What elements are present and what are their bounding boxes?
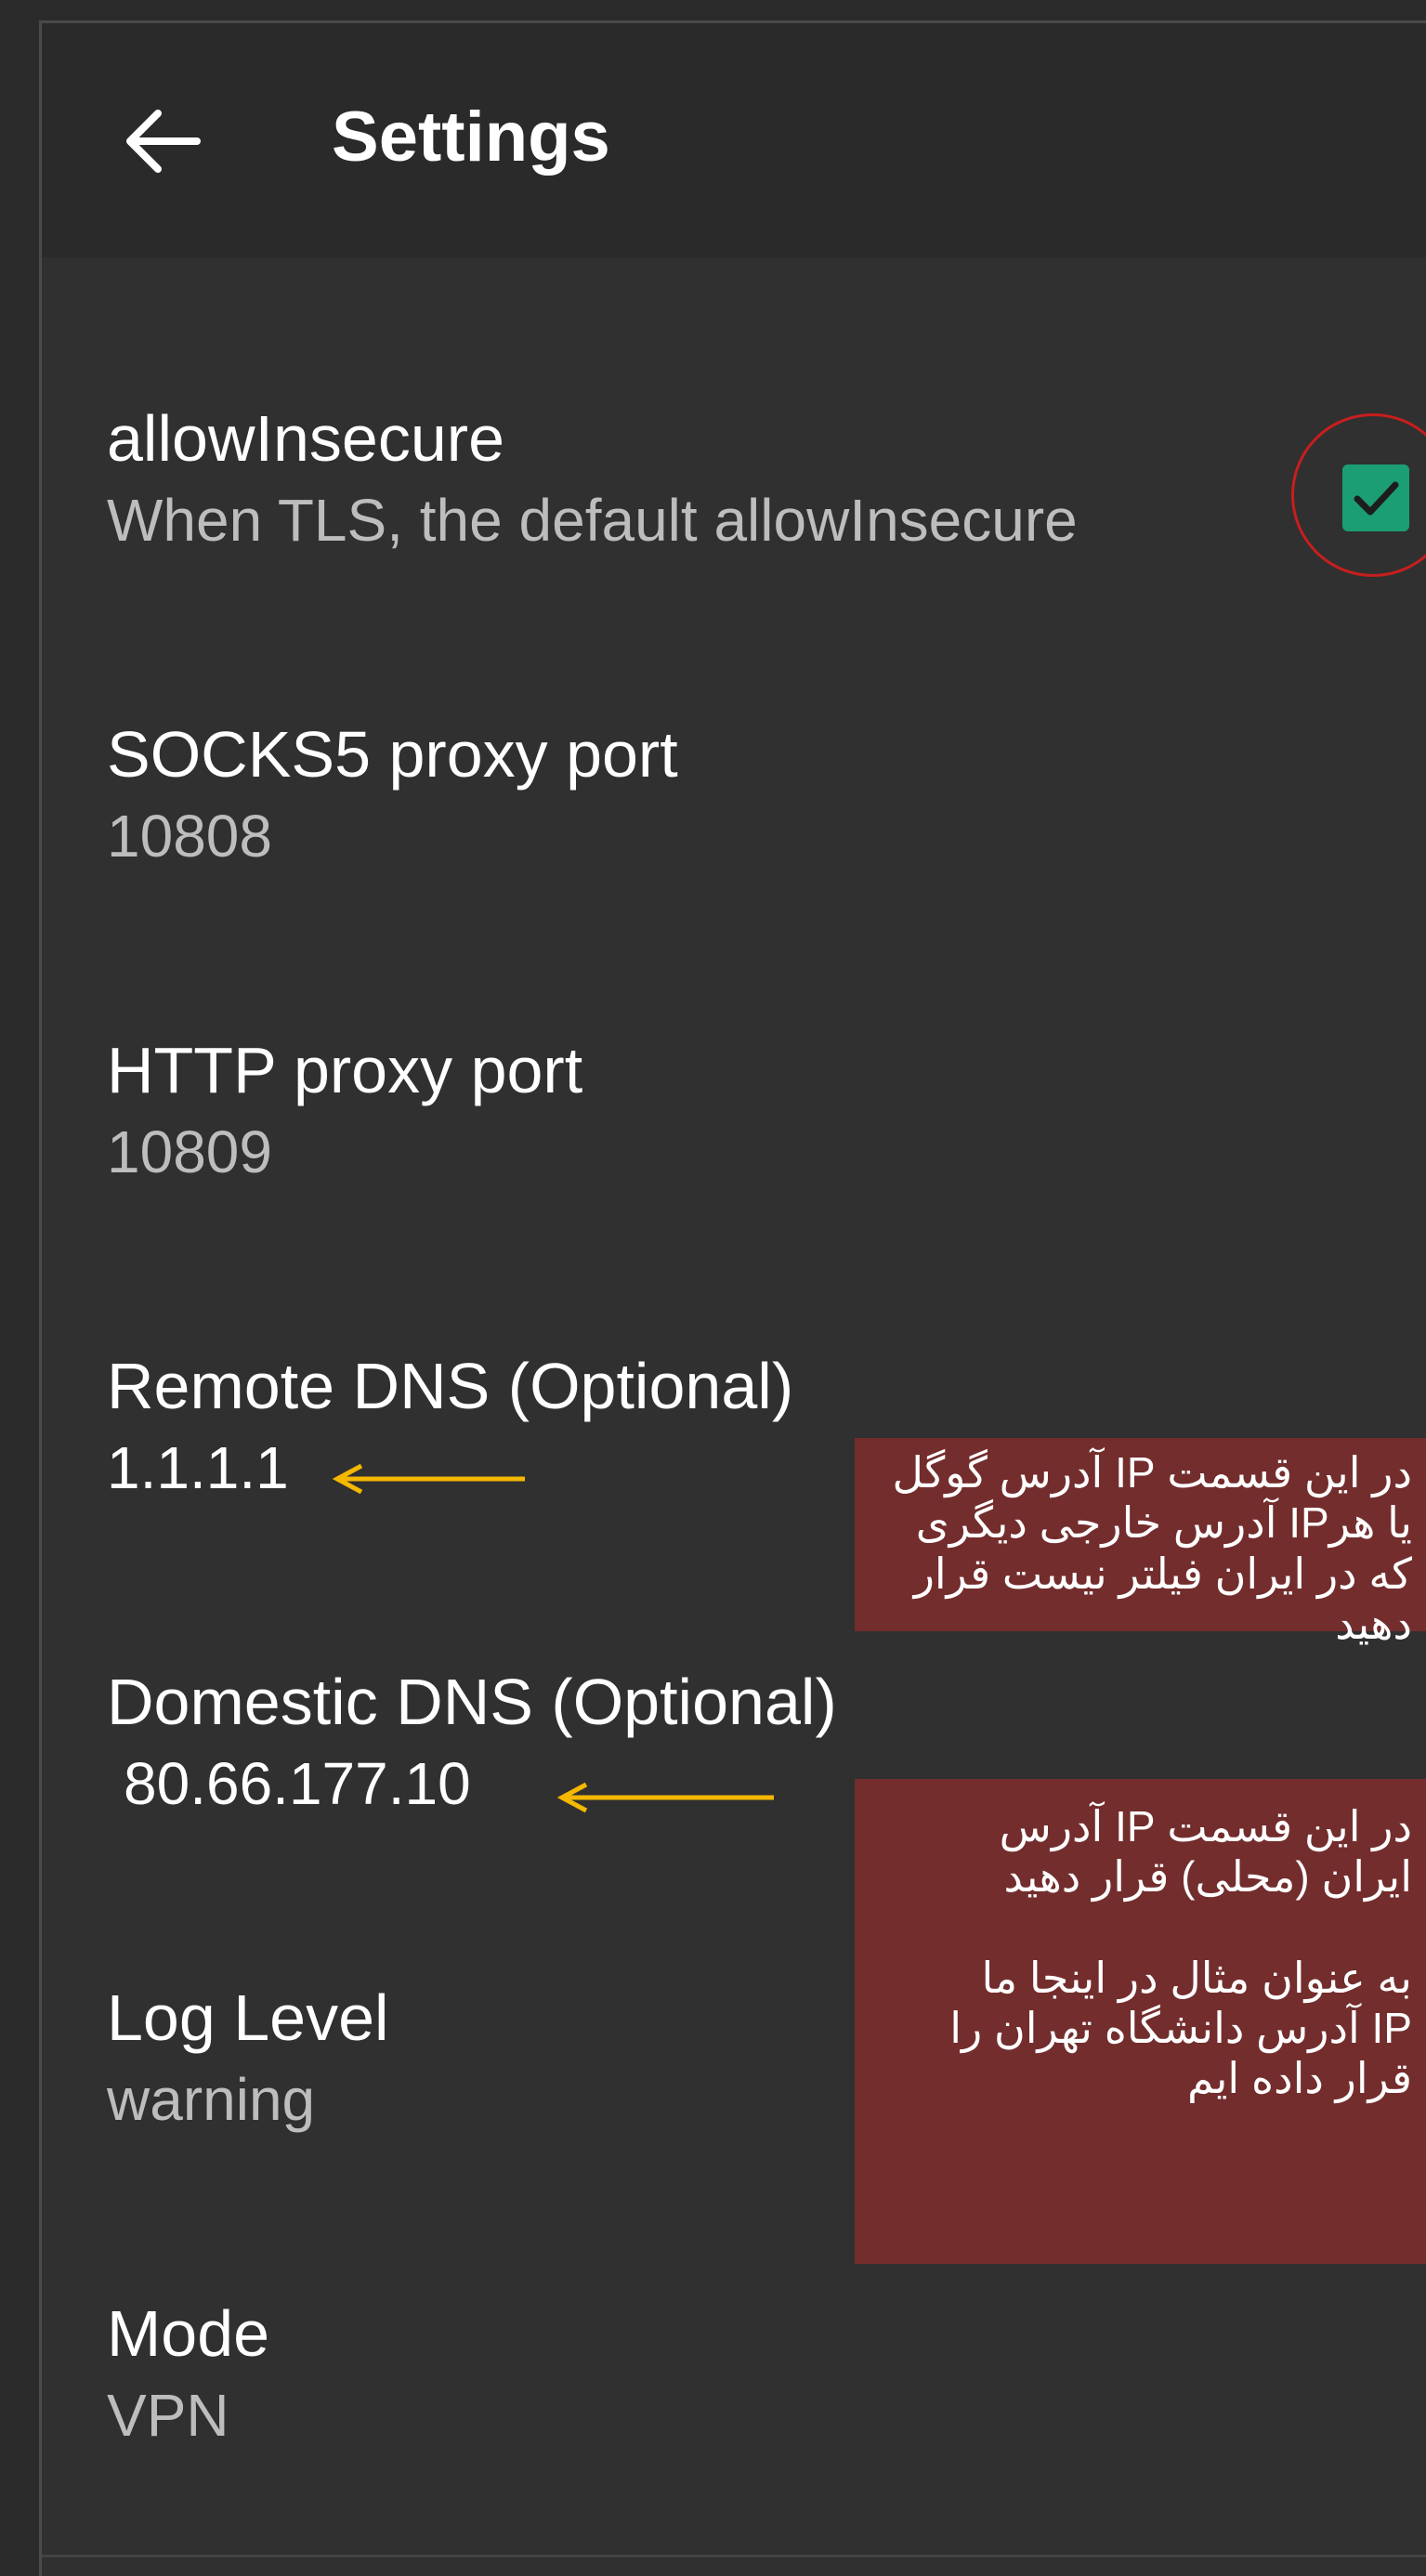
domestic-dns-annotation: در این قسمت IP آدرس ایران (محلی) قرار ده… xyxy=(855,1779,1426,2264)
pref-summary: 10808 xyxy=(107,803,272,870)
pref-log-level[interactable]: Log Level warning xyxy=(107,1979,831,2136)
pref-socks5-port[interactable]: SOCKS5 proxy port 10808 xyxy=(107,715,1315,872)
pref-title: Domestic DNS (Optional) xyxy=(107,1666,837,1738)
pref-title: HTTP proxy port xyxy=(107,1034,583,1106)
pref-title: Mode xyxy=(107,2297,270,2370)
pref-http-port[interactable]: HTTP proxy port 10809 xyxy=(107,1031,1315,1188)
pref-summary: VPN xyxy=(107,2382,229,2449)
pref-title: Log Level xyxy=(107,1981,389,2054)
app-bar: Settings xyxy=(42,23,1426,257)
pref-title: SOCKS5 proxy port xyxy=(107,718,678,791)
pref-summary: warning xyxy=(107,2066,316,2133)
pref-summary: 10809 xyxy=(107,1118,272,1185)
allow-insecure-checkbox-area xyxy=(1291,413,1426,581)
remote-dns-annotation: در این قسمت IP آدرس گوگل یا هرIP آدرس خا… xyxy=(855,1438,1426,1648)
pref-allow-insecure[interactable]: allowInsecure When TLS, the default allo… xyxy=(107,399,1315,556)
pref-title: Remote DNS (Optional) xyxy=(107,1350,794,1422)
check-icon xyxy=(1354,481,1399,516)
page-title: Settings xyxy=(332,98,610,177)
pref-mode[interactable]: Mode VPN xyxy=(107,2295,1315,2452)
settings-screen: Settings allowInsecure When TLS, the def… xyxy=(39,20,1426,2576)
divider xyxy=(42,2555,1426,2557)
pref-title: allowInsecure xyxy=(107,402,504,475)
pref-summary: 80.66.177.10 xyxy=(124,1750,471,1817)
pref-summary: When TLS, the default allowInsecure xyxy=(107,487,1078,554)
arrow-left-icon xyxy=(556,1782,774,1813)
arrow-left-icon xyxy=(332,1463,525,1495)
back-button[interactable] xyxy=(111,90,214,192)
allow-insecure-checkbox[interactable] xyxy=(1342,464,1409,531)
pref-domestic-dns[interactable]: Domestic DNS (Optional) 80.66.177.10 xyxy=(107,1663,896,1820)
arrow-back-icon xyxy=(126,110,201,173)
